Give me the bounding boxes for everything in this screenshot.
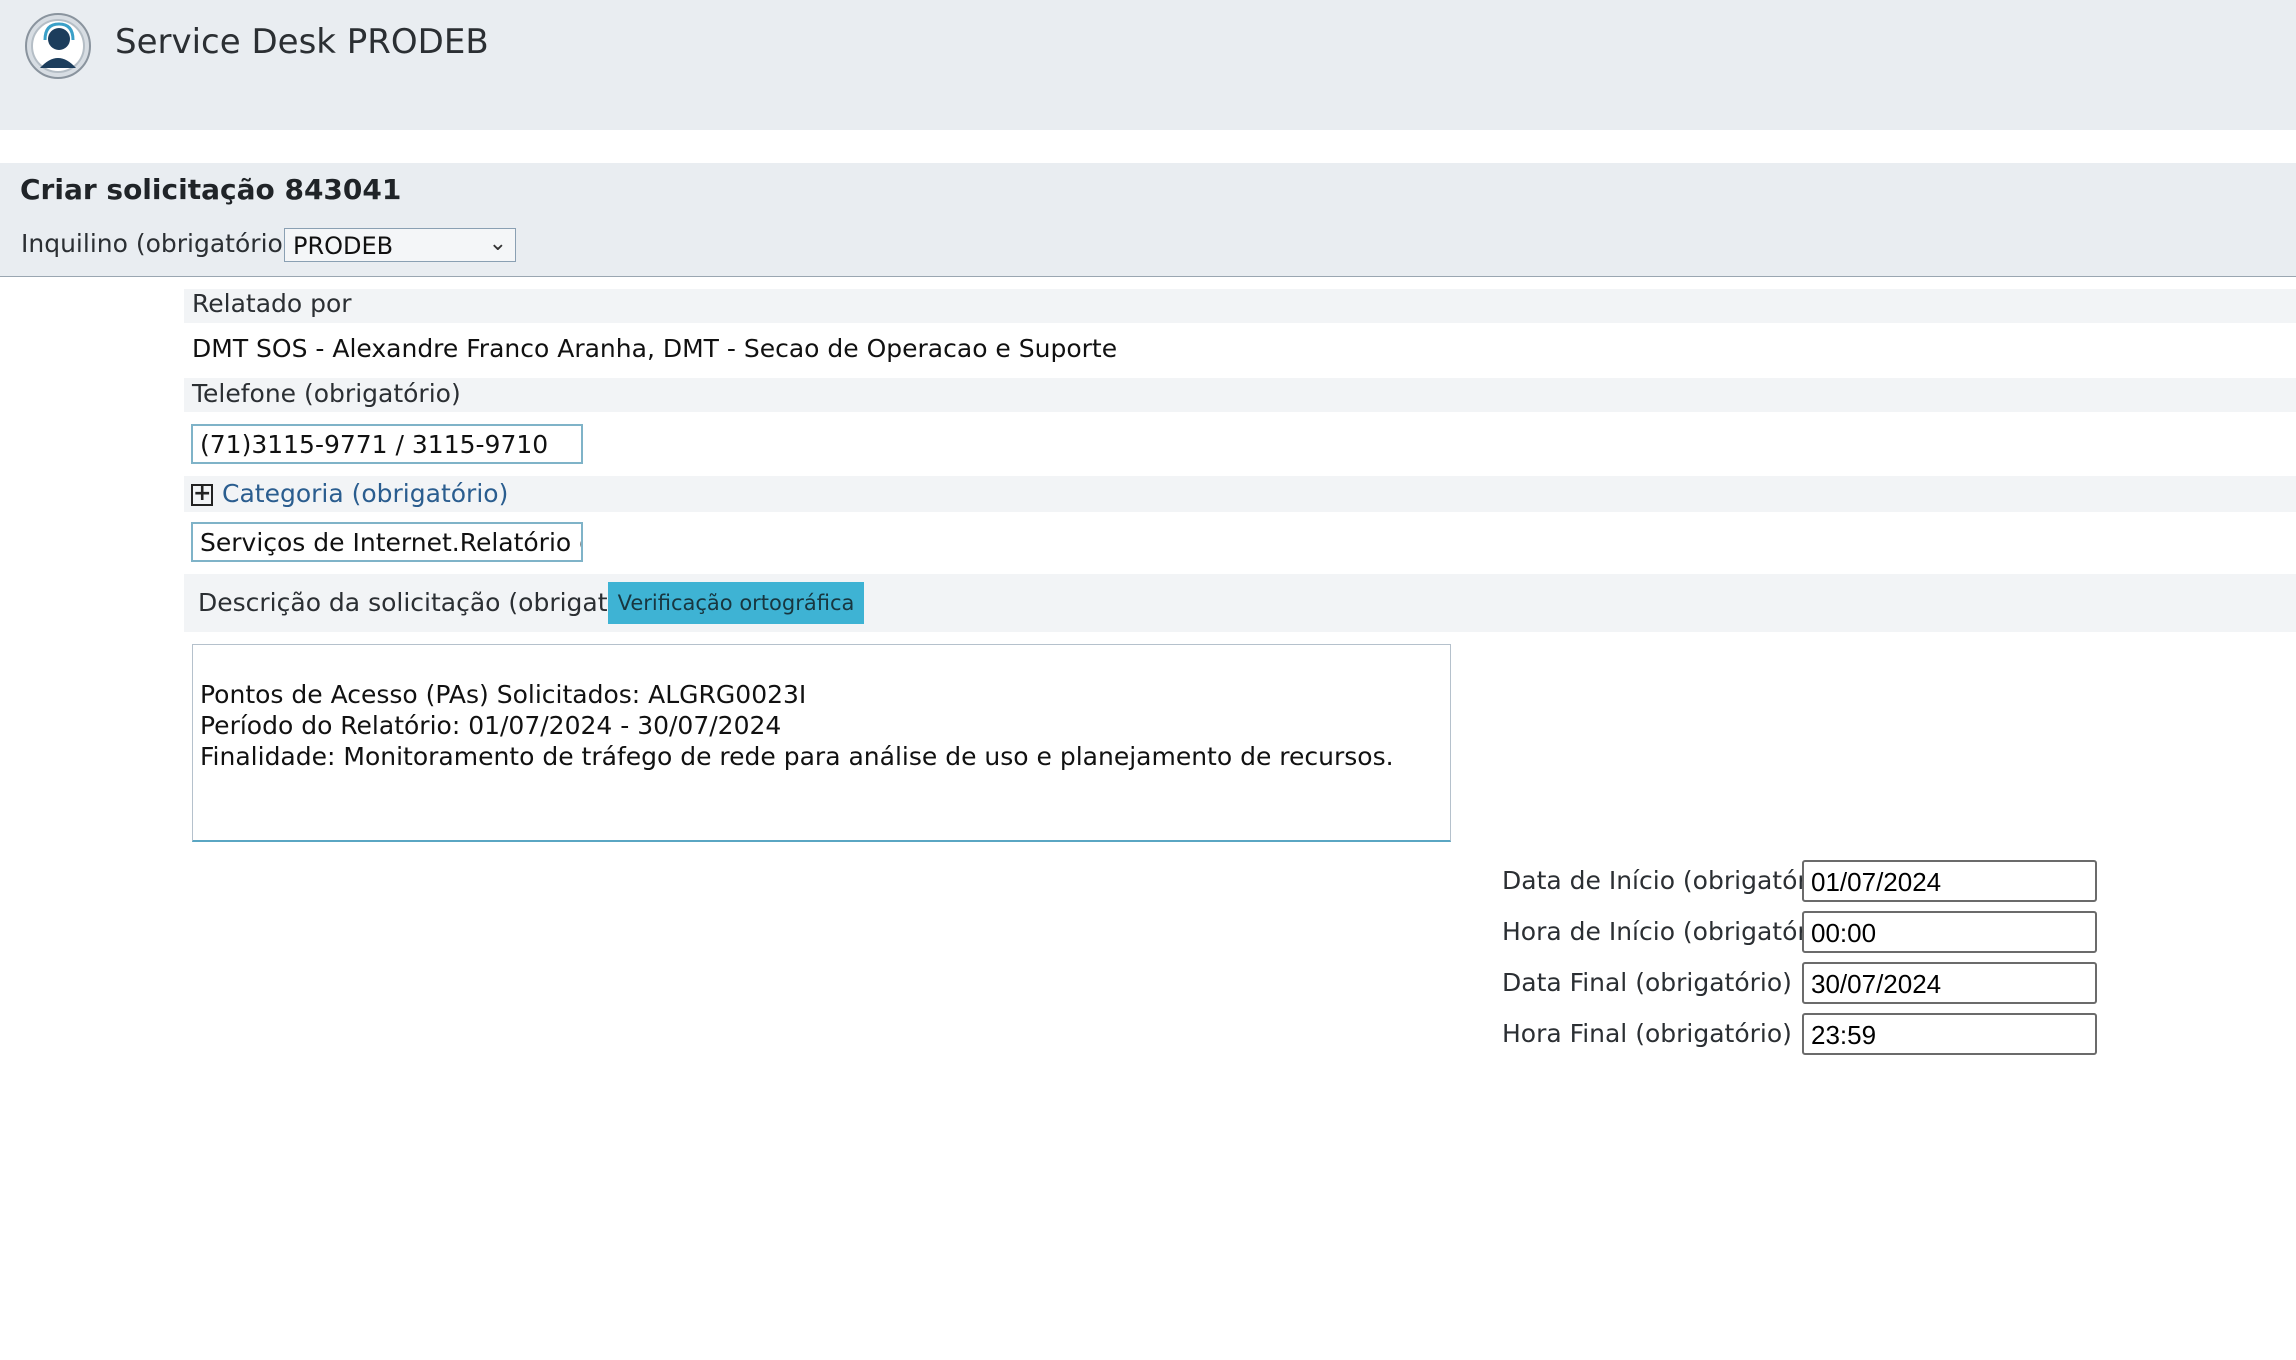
end-time-input[interactable]: 23:59 bbox=[1802, 1013, 2097, 1055]
start-time-label: Hora de Início (obrigatório) bbox=[1502, 917, 1840, 946]
reported-by-value: DMT SOS - Alexandre Franco Aranha, DMT -… bbox=[192, 334, 1118, 363]
form-header: Criar solicitação 843041 Inquilino (obri… bbox=[0, 163, 2296, 277]
phone-row bbox=[184, 378, 2296, 412]
phone-input[interactable]: (71)3115-9771 / 3115-9710 bbox=[191, 424, 583, 464]
tenant-label: Inquilino (obrigatório) bbox=[21, 229, 293, 258]
description-line: Finalidade: Monitoramento de tráfego de … bbox=[200, 742, 1394, 771]
start-date-input[interactable]: 01/07/2024 bbox=[1802, 860, 2097, 902]
category-input[interactable]: Serviços de Internet.Relatório de Tr bbox=[191, 522, 583, 562]
end-date-label: Data Final (obrigatório) bbox=[1502, 968, 1792, 997]
headset-agent-icon bbox=[25, 13, 91, 79]
category-link[interactable]: Categoria (obrigatório) bbox=[222, 479, 508, 508]
reported-by-label: Relatado por bbox=[192, 289, 352, 318]
start-date-label: Data de Início (obrigatório) bbox=[1502, 866, 1840, 895]
header-separator bbox=[0, 130, 2296, 163]
page-title: Criar solicitação 843041 bbox=[20, 173, 402, 206]
tenant-select-value: PRODEB bbox=[293, 232, 394, 260]
spell-check-button[interactable]: Verificação ortográfica bbox=[608, 582, 864, 624]
phone-label: Telefone (obrigatório) bbox=[192, 379, 461, 408]
description-line: Período do Relatório: 01/07/2024 - 30/07… bbox=[200, 711, 782, 740]
description-line: Pontos de Acesso (PAs) Solicitados: ALGR… bbox=[200, 680, 807, 709]
end-date-input[interactable]: 30/07/2024 bbox=[1802, 962, 2097, 1004]
reported-by-row bbox=[184, 289, 2296, 323]
end-time-label: Hora Final (obrigatório) bbox=[1502, 1019, 1792, 1048]
tenant-select[interactable]: PRODEB ⌄ bbox=[284, 228, 516, 262]
app-header: Service Desk PRODEB bbox=[0, 0, 2296, 130]
description-textarea[interactable]: Pontos de Acesso (PAs) Solicitados: ALGR… bbox=[192, 644, 1451, 842]
app-title: Service Desk PRODEB bbox=[115, 22, 489, 62]
chevron-down-icon: ⌄ bbox=[488, 231, 507, 256]
start-time-input[interactable]: 00:00 bbox=[1802, 911, 2097, 953]
description-label: Descrição da solicitação (obrigatório) bbox=[198, 588, 666, 617]
expand-plus-icon[interactable]: + bbox=[191, 483, 213, 506]
